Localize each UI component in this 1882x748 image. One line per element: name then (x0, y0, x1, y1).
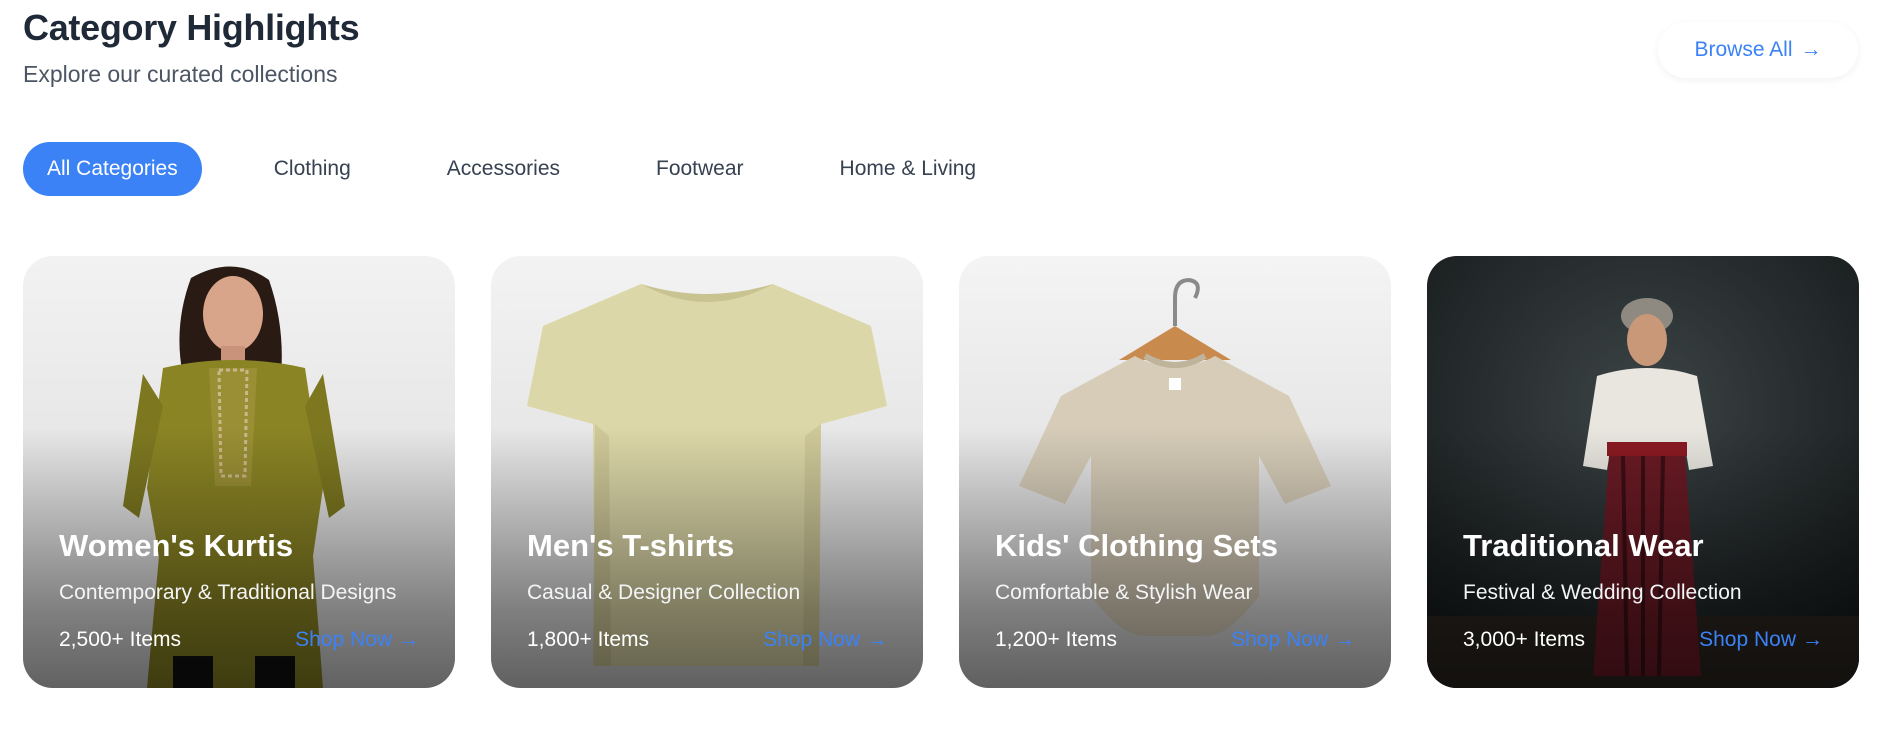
card-info: Women's Kurtis Contemporary & Traditiona… (59, 528, 419, 652)
card-description: Comfortable & Stylish Wear (995, 581, 1253, 604)
shop-now-link[interactable]: Shop Now → (1231, 628, 1355, 652)
arrow-right-icon: → (1802, 628, 1823, 651)
card-info: Kids' Clothing Sets Comfortable & Stylis… (995, 528, 1355, 652)
shop-now-label: Shop Now (1699, 628, 1796, 651)
card-footer: 1,200+ Items Shop Now → (995, 628, 1355, 652)
card-title: Women's Kurtis (59, 528, 294, 563)
page-title: Category Highlights (23, 7, 360, 48)
arrow-right-icon: → (398, 628, 419, 651)
category-cards: Women's Kurtis Contemporary & Traditiona… (23, 256, 1859, 688)
card-info: Men's T-shirts Casual & Designer Collect… (527, 528, 887, 652)
shop-now-link[interactable]: Shop Now → (763, 628, 887, 652)
card-footer: 1,800+ Items Shop Now → (527, 628, 887, 652)
tab-accessories[interactable]: Accessories (423, 142, 584, 196)
card-footer: 2,500+ Items Shop Now → (59, 628, 419, 652)
card-description: Casual & Designer Collection (527, 581, 801, 604)
tab-footwear[interactable]: Footwear (632, 142, 768, 196)
shop-now-label: Shop Now (763, 628, 860, 651)
category-card-womens-kurtis[interactable]: Women's Kurtis Contemporary & Traditiona… (23, 256, 455, 688)
category-tabs: All Categories Clothing Accessories Foot… (23, 142, 1048, 196)
card-info: Traditional Wear Festival & Wedding Coll… (1463, 528, 1823, 652)
arrow-right-icon: → (1334, 628, 1355, 651)
item-count: 3,000+ Items (1463, 628, 1585, 651)
section-header: Category Highlights Explore our curated … (23, 6, 360, 88)
shop-now-label: Shop Now (1231, 628, 1328, 651)
category-card-mens-tshirts[interactable]: Men's T-shirts Casual & Designer Collect… (491, 256, 923, 688)
browse-all-button[interactable]: Browse All → (1658, 22, 1858, 78)
card-footer: 3,000+ Items Shop Now → (1463, 628, 1823, 652)
tab-all-categories[interactable]: All Categories (23, 142, 202, 196)
arrow-right-icon: → (1800, 38, 1822, 61)
browse-all-label: Browse All (1694, 38, 1793, 61)
page-subtitle: Explore our curated collections (23, 61, 338, 87)
item-count: 1,200+ Items (995, 628, 1117, 651)
category-card-kids-clothing[interactable]: Kids' Clothing Sets Comfortable & Stylis… (959, 256, 1391, 688)
card-title: Traditional Wear (1463, 528, 1704, 563)
card-description: Contemporary & Traditional Designs (59, 581, 397, 604)
item-count: 1,800+ Items (527, 628, 649, 651)
card-title: Kids' Clothing Sets (995, 528, 1278, 563)
tab-home-living[interactable]: Home & Living (816, 142, 1001, 196)
tab-clothing[interactable]: Clothing (250, 142, 375, 196)
shop-now-link[interactable]: Shop Now → (1699, 628, 1823, 652)
card-title: Men's T-shirts (527, 528, 735, 563)
item-count: 2,500+ Items (59, 628, 181, 651)
shop-now-label: Shop Now (295, 628, 392, 651)
category-card-traditional-wear[interactable]: Traditional Wear Festival & Wedding Coll… (1427, 256, 1859, 688)
card-description: Festival & Wedding Collection (1463, 581, 1742, 604)
arrow-right-icon: → (866, 628, 887, 651)
shop-now-link[interactable]: Shop Now → (295, 628, 419, 652)
